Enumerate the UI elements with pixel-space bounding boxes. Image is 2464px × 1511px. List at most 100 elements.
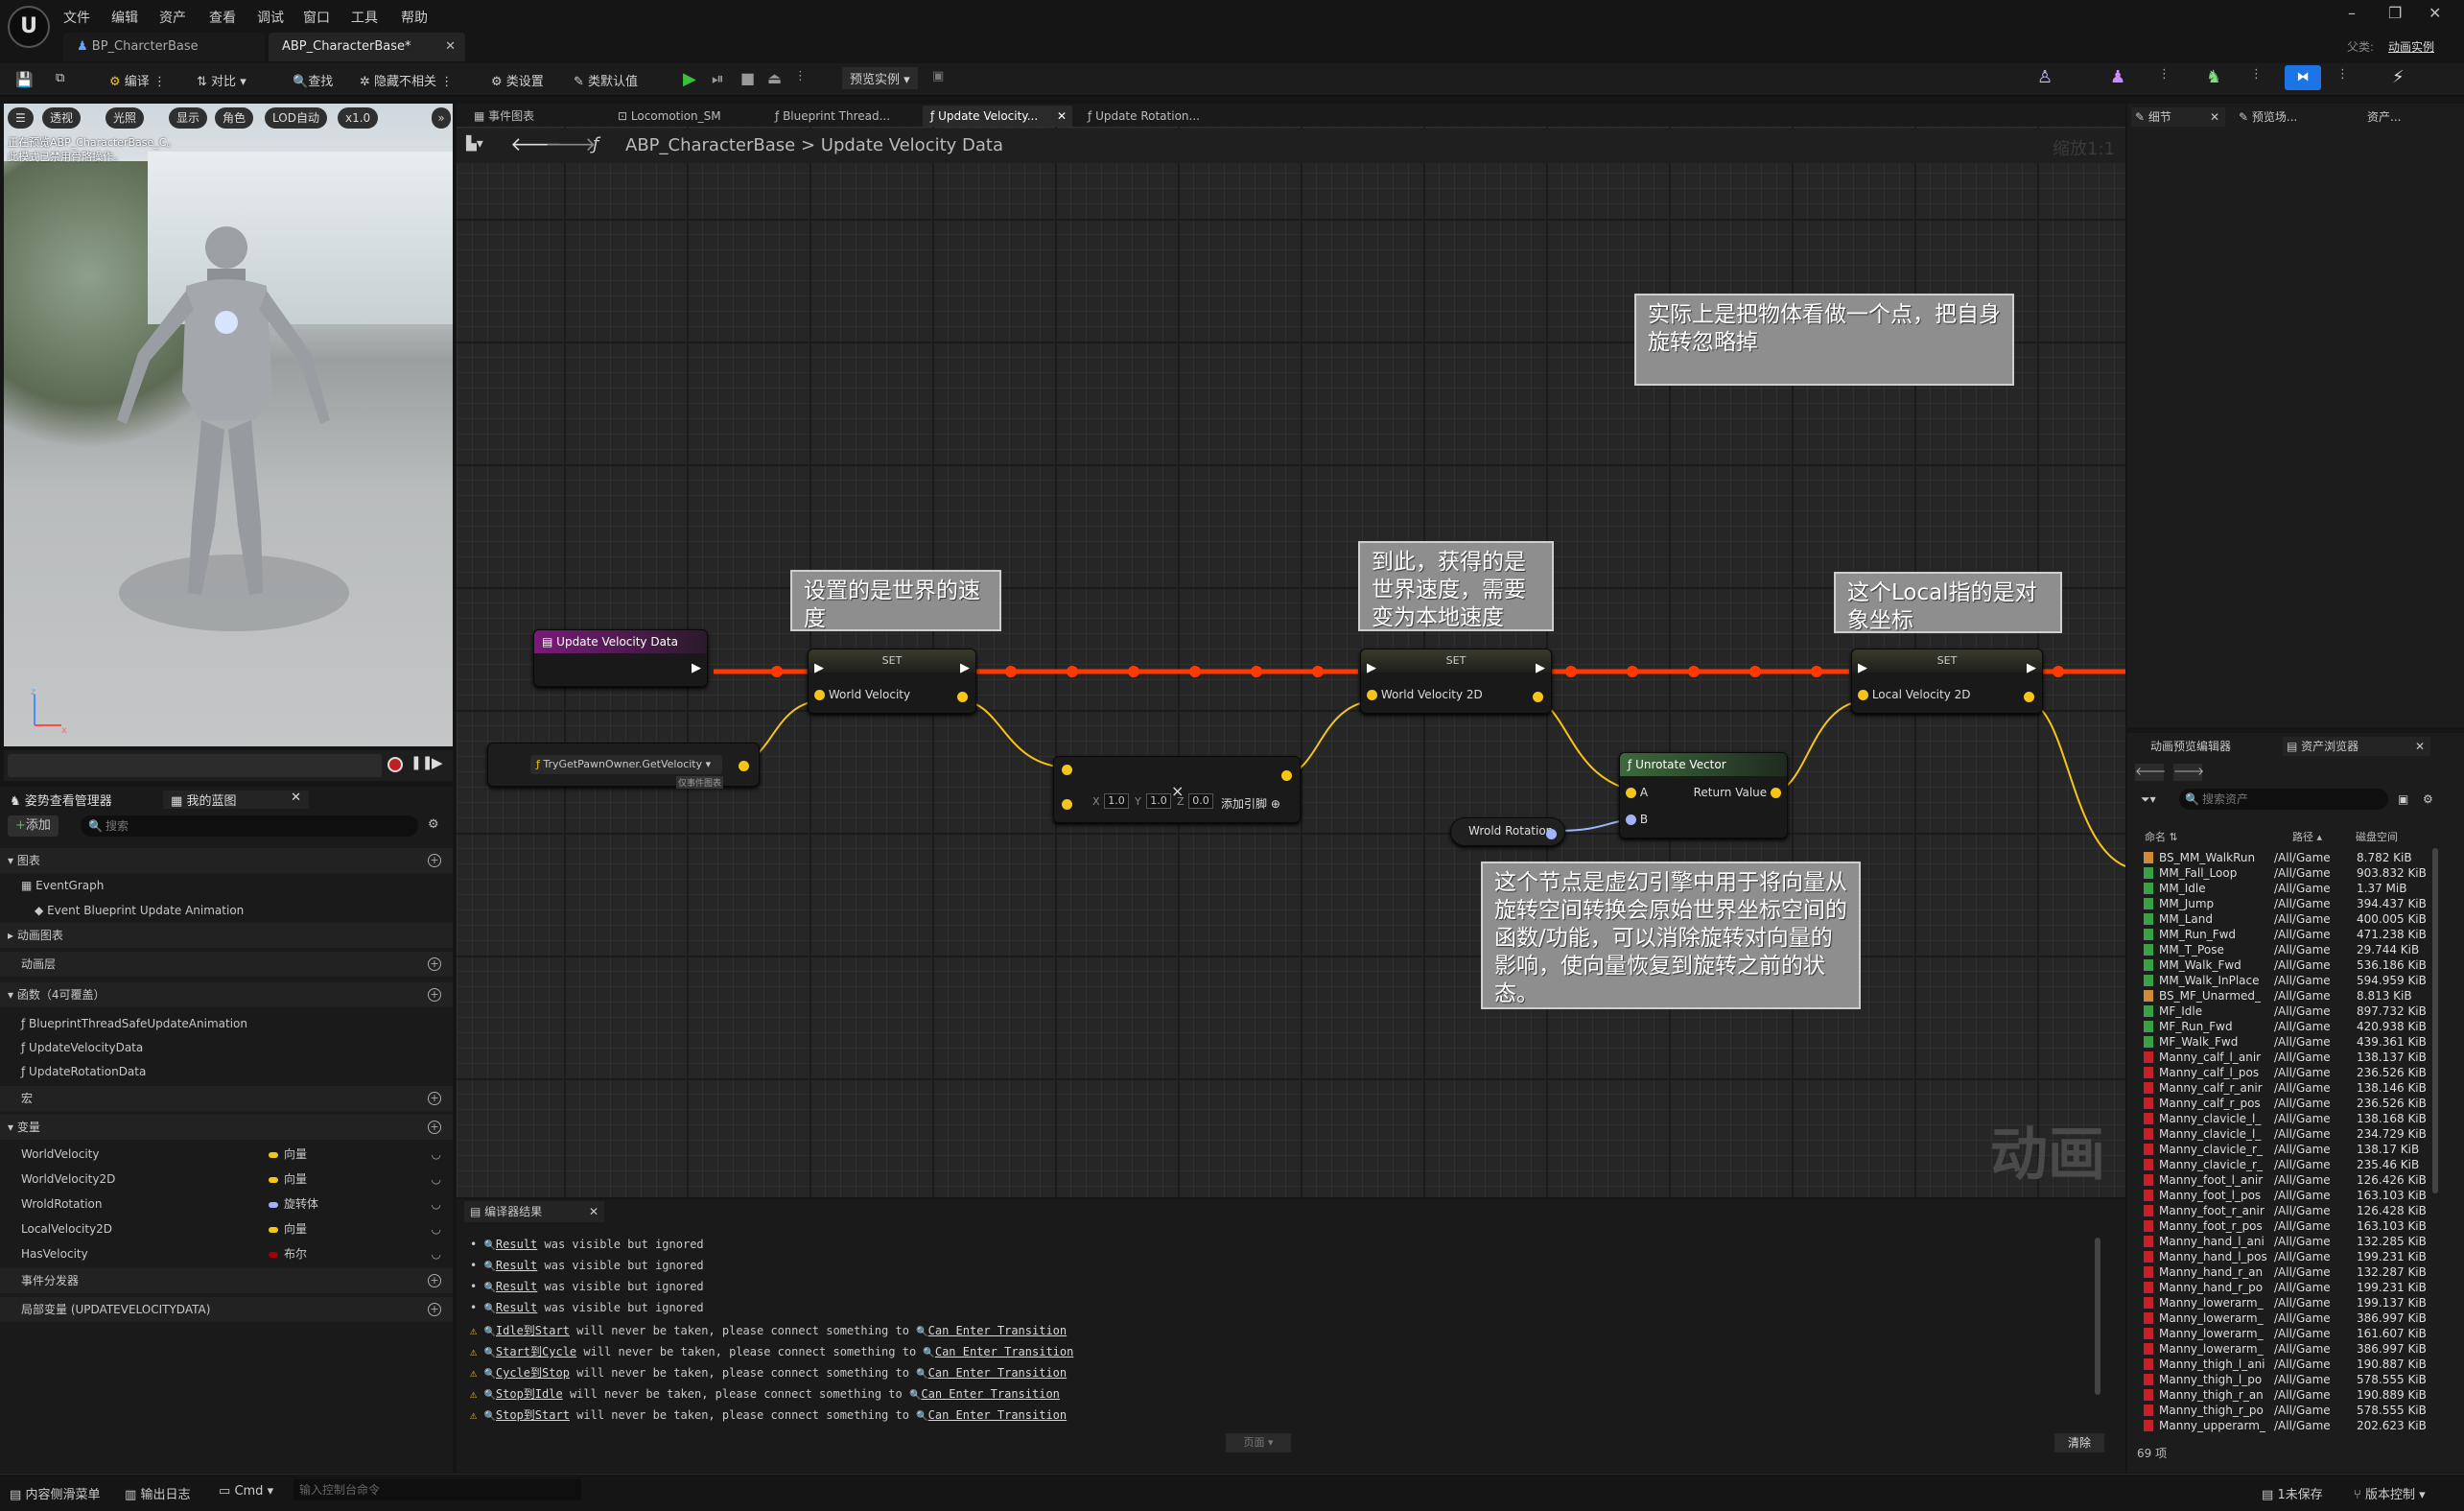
viewport-button[interactable]: 角色: [215, 107, 254, 129]
asset-row[interactable]: Manny_thigh_l_po/All/Game 578.555 KiB: [2144, 1372, 2451, 1387]
world-velocity-pin[interactable]: World Velocity: [814, 688, 910, 701]
asset-row[interactable]: MM_Walk_InPlace/All/Game 594.959 KiB: [2144, 973, 2451, 988]
parent-class-link[interactable]: 动画实例: [2388, 38, 2434, 55]
z-input[interactable]: 0.0: [1188, 793, 1213, 809]
asset-row[interactable]: MM_Land/All/Game 400.005 KiB: [2144, 911, 2451, 927]
comment-box[interactable]: 这个节点是虚幻引擎中用于将向量从旋转空间转换会原始世界坐标空间的函数/功能，可以…: [1481, 862, 1861, 1009]
asset-row[interactable]: MM_Walk_Fwd/All/Game 536.186 KiB: [2144, 957, 2451, 973]
asset-row[interactable]: MF_Walk_Fwd/All/Game 439.361 KiB: [2144, 1034, 2451, 1050]
asset-row[interactable]: MM_Run_Fwd/All/Game 471.238 KiB: [2144, 927, 2451, 942]
asset-row[interactable]: BS_MF_Unarmed_ /All/Game 8.813 KiB: [2144, 988, 2451, 1003]
diff-button[interactable]: ⇅ 对比 ▾: [197, 71, 246, 89]
viewport-button[interactable]: 透视: [42, 107, 82, 129]
asset-row[interactable]: MM_T_Pose/All/Game 29.744 KiB: [2144, 942, 2451, 957]
menu-item[interactable]: 调试: [257, 8, 284, 27]
asset-row[interactable]: Manny_thigh_l_ani/All/Game 190.887 KiB: [2144, 1357, 2451, 1372]
hide-unrelated-button[interactable]: ✲ 隐藏不相关 ⋮: [360, 71, 453, 89]
search-icon[interactable]: 🔍: [916, 1327, 927, 1337]
content-drawer-button[interactable]: ▤ 内容侧滑菜单: [10, 1484, 100, 1502]
section-event-dispatchers[interactable]: 事件分发器 +: [0, 1268, 453, 1293]
search-icon[interactable]: 🔍: [483, 1411, 495, 1422]
x-input[interactable]: 1.0: [1104, 793, 1129, 809]
add-macro-icon[interactable]: +: [428, 1092, 441, 1105]
asset-scrollbar[interactable]: [2432, 848, 2438, 1193]
exec-out-pin[interactable]: ▶: [2027, 661, 2036, 675]
unrotate-vector-node[interactable]: ƒ Unrotate Vector A B Return Value: [1619, 752, 1788, 838]
message-link[interactable]: Result: [496, 1280, 537, 1293]
preview-viewport[interactable]: [4, 104, 453, 746]
restore-icon[interactable]: ❐: [2388, 4, 2402, 22]
add-button[interactable]: +添加: [8, 815, 59, 837]
exec-in-pin[interactable]: ▶: [1858, 661, 1867, 675]
event-update-animation-item[interactable]: ◆ Event Blueprint Update Animation: [0, 898, 453, 923]
message-link[interactable]: Result: [496, 1259, 537, 1272]
settings-gear-icon[interactable]: ⚙: [428, 817, 439, 832]
save-icon[interactable]: 💾: [15, 71, 34, 88]
viewport-menu-icon[interactable]: ☰: [8, 107, 34, 129]
minimize-icon[interactable]: –: [2348, 4, 2356, 22]
close-tab-icon[interactable]: ✕: [445, 33, 456, 61]
column-header-disk[interactable]: 磁盘空间: [2356, 829, 2398, 844]
menu-item[interactable]: 查看: [209, 8, 236, 27]
menu-item[interactable]: 帮助: [401, 8, 428, 27]
search-icon[interactable]: 🔍: [916, 1369, 927, 1380]
asset-row[interactable]: BS_MM_WalkRun/All/Game 8.782 KiB: [2144, 850, 2451, 865]
add-dispatcher-icon[interactable]: +: [428, 1274, 441, 1287]
return-value-pin[interactable]: Return Value: [1694, 786, 1781, 799]
asset-row[interactable]: MM_Idle/All/Game 1.37 MiB: [2144, 881, 2451, 896]
asset-row[interactable]: Manny_clavicle_l_ /All/Game 234.729 KiB: [2144, 1126, 2451, 1142]
wrold-rotation-getter[interactable]: Wrold Rotation: [1450, 817, 1565, 846]
clear-button[interactable]: 清除: [2054, 1433, 2104, 1452]
variable-type[interactable]: 向量: [269, 1216, 307, 1241]
get-velocity-node[interactable]: ƒ TryGetPawnOwner.GetVelocity ▾ 仅事件图表: [487, 743, 760, 789]
local-velocity-2d-pin[interactable]: Local Velocity 2D: [1858, 688, 1971, 701]
message-link[interactable]: Idle到Start: [496, 1324, 570, 1337]
close-tab-icon[interactable]: ✕: [2210, 107, 2219, 127]
unsaved-indicator[interactable]: ▤ 1未保存: [2262, 1484, 2323, 1502]
asset-row[interactable]: MF_Run_Fwd/All/Game 420.938 KiB: [2144, 1019, 2451, 1034]
pin-b[interactable]: B: [1626, 813, 1648, 826]
asset-row[interactable]: Manny_hand_l_pos/All/Game 199.231 KiB: [2144, 1249, 2451, 1264]
close-tab-icon[interactable]: ✕: [291, 791, 301, 805]
variable-type[interactable]: 布尔: [269, 1241, 307, 1266]
asset-row[interactable]: Manny_foot_r_pos/All/Game 163.103 KiB: [2144, 1218, 2451, 1234]
asset-row[interactable]: Manny_clavicle_r_ /All/Game 138.17 KiB: [2144, 1142, 2451, 1157]
variable-item[interactable]: WroldRotation 旋转体 ◡: [0, 1192, 453, 1216]
asset-row[interactable]: Manny_foot_r_anir/All/Game 126.428 KiB: [2144, 1203, 2451, 1218]
asset-row[interactable]: Manny_upperarm_ /All/Game 202.623 KiB: [2144, 1418, 2451, 1433]
exec-out-pin[interactable]: ▶: [692, 661, 701, 675]
more-icon[interactable]: ⋮: [2336, 67, 2349, 82]
add-pin-button[interactable]: 添加引脚 ⊕: [1221, 795, 1280, 812]
y-input[interactable]: 1.0: [1146, 793, 1171, 809]
search-icon[interactable]: 🔍: [483, 1262, 495, 1272]
menu-item[interactable]: 工具: [351, 8, 378, 27]
message-link[interactable]: Result: [496, 1238, 537, 1251]
back-arrow-icon[interactable]: 🡐: [2135, 764, 2166, 781]
search-icon[interactable]: 🔍: [483, 1240, 495, 1251]
search-icon[interactable]: 🔍: [483, 1348, 495, 1358]
search-icon[interactable]: 🔍: [916, 1411, 927, 1422]
variable-type[interactable]: 向量: [269, 1142, 307, 1167]
exec-in-pin[interactable]: ▶: [1367, 661, 1376, 675]
preview-instance-dropdown[interactable]: 预览实例 ▾: [842, 67, 918, 89]
record-icon[interactable]: [387, 757, 403, 772]
section-functions[interactable]: ▾ 函数（4可覆盖） +: [0, 982, 453, 1007]
folder-icon[interactable]: ▣: [2398, 792, 2408, 806]
viewport-button[interactable]: 显示: [169, 107, 208, 129]
vector-out-pin[interactable]: [1533, 690, 1543, 704]
skeleton-mode-icon[interactable]: ♙: [2037, 67, 2053, 87]
set-world-velocity-2d-node[interactable]: SET ▶ ▶ World Velocity 2D: [1360, 649, 1552, 714]
column-header-path[interactable]: 路径 ▴: [2292, 829, 2322, 844]
asset-row[interactable]: Manny_hand_r_po/All/Game 199.231 KiB: [2144, 1280, 2451, 1295]
play-forward-icon[interactable]: ▶: [432, 754, 443, 771]
mesh-mode-icon[interactable]: ♟: [2110, 67, 2125, 87]
asset-row[interactable]: Manny_thigh_r_po/All/Game 578.555 KiB: [2144, 1403, 2451, 1418]
eject-icon[interactable]: ⏏: [767, 69, 782, 87]
tab-details[interactable]: ✎ 细节 ✕: [2131, 107, 2225, 127]
output-log-button[interactable]: ▥ 输出日志: [125, 1484, 190, 1502]
function-item[interactable]: ƒ UpdateRotationData: [0, 1059, 453, 1084]
animation-mode-icon[interactable]: ♞: [2206, 67, 2221, 87]
physics-mode-icon[interactable]: ⚡: [2392, 67, 2405, 87]
visibility-eye-icon[interactable]: ◡: [432, 1241, 441, 1266]
asset-row[interactable]: Manny_calf_l_pos/All/Game 236.526 KiB: [2144, 1065, 2451, 1080]
